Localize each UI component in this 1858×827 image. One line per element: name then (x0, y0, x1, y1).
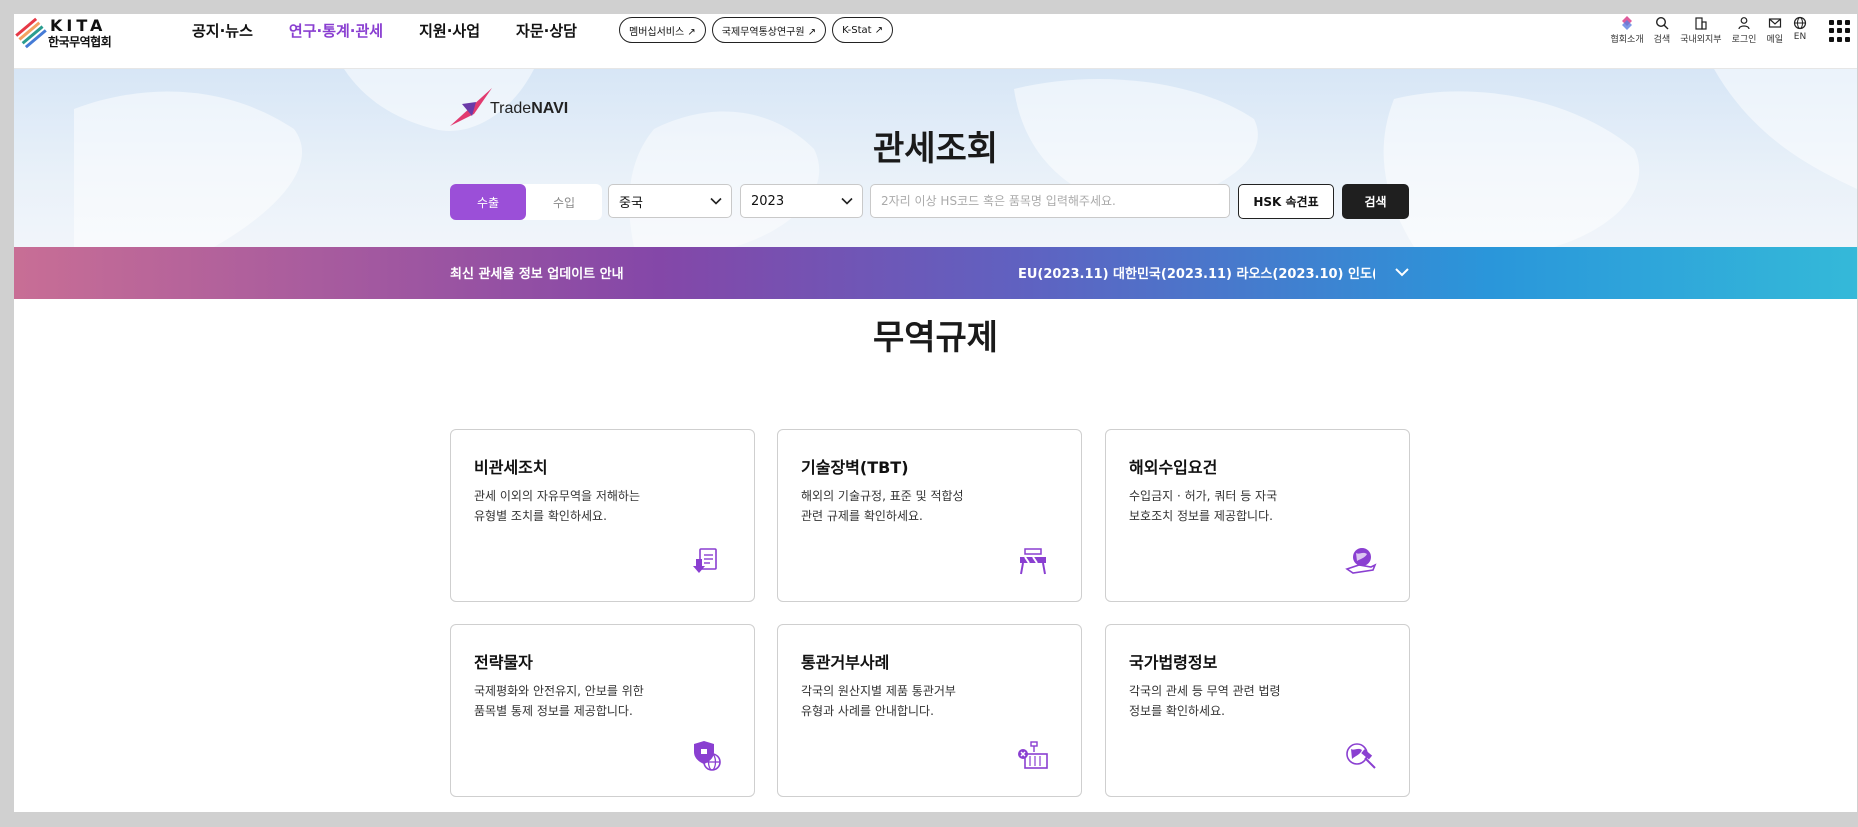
tradenavi-wordmark: TradeNAVI (490, 100, 568, 118)
card-title: 해외수입요건 (1129, 458, 1218, 477)
tradenavi-navi-text: NAVI (531, 100, 569, 117)
kita-logo-mark-icon (15, 17, 47, 49)
nav-item-research-stats-tariff[interactable]: 연구·통계·관세 (289, 20, 383, 41)
card-desc-line: 품목별 통제 정보를 제공합니다. (474, 704, 633, 718)
barrier-icon (1020, 548, 1046, 575)
card-non-tariff-measures[interactable]: 비관세조치 관세 이외의 자유무역을 저해하는 유형별 조치를 확인하세요. (450, 429, 755, 602)
tradenavi-trade-text: Trade (490, 100, 532, 117)
card-desc-line: 유형별 조치를 확인하세요. (474, 509, 607, 523)
card-desc-line: 각국의 관세 등 무역 관련 법령 (1129, 684, 1281, 698)
globe-icon (1793, 16, 1807, 30)
card-desc-line: 각국의 원산지별 제품 통관거부 (801, 684, 956, 698)
card-description: 해외의 기술규정, 표준 및 적합성 관련 규제를 확인하세요. (801, 486, 991, 526)
building-icon (1695, 17, 1707, 30)
year-select-value: 2023 (751, 193, 785, 209)
site-header: KITA 한국무역협회 공지·뉴스 연구·통계·관세 지원·사업 자문·상담 멤… (14, 14, 1857, 69)
user-icon (1738, 17, 1750, 30)
util-branches-label: 국내외지부 (1680, 35, 1722, 45)
card-description: 각국의 관세 등 무역 관련 법령 정보를 확인하세요. (1129, 681, 1319, 721)
card-desc-line: 유형과 사례를 안내합니다. (801, 704, 934, 718)
card-desc-line: 정보를 확인하세요. (1129, 704, 1225, 718)
card-overseas-import-requirements[interactable]: 해외수입요건 수입금지 · 허가, 쿼터 등 자국 보호조치 정보를 제공합니다… (1105, 429, 1410, 602)
globe-plane-icon (1345, 548, 1377, 574)
card-description: 관세 이외의 자유무역을 저해하는 유형별 조치를 확인하세요. (474, 486, 664, 526)
card-desc-line: 국제평화와 안전유지, 안보를 위한 (474, 684, 644, 698)
card-desc-line: 보호조치 정보를 제공합니다. (1129, 509, 1273, 523)
util-english[interactable]: EN (1793, 16, 1807, 45)
diamond-icon (1622, 16, 1633, 30)
kita-logo[interactable]: KITA 한국무역협회 (14, 16, 114, 52)
hs-code-search-input[interactable] (870, 184, 1230, 218)
container-reject-icon (1018, 741, 1048, 769)
year-select[interactable]: 2023 (740, 184, 863, 218)
card-description: 각국의 원산지별 제품 통관거부 유형과 사례를 안내합니다. (801, 681, 991, 721)
section-title: 무역규제 (872, 318, 999, 358)
chevron-down-icon[interactable] (1394, 264, 1410, 280)
card-description: 국제평화와 안전유지, 안보를 위한 품목별 통제 정보를 제공합니다. (474, 681, 664, 721)
card-desc-line: 수입금지 · 허가, 쿼터 등 자국 (1129, 489, 1278, 503)
card-title: 국가법령정보 (1129, 653, 1218, 672)
hsk-table-button[interactable]: HSK 속견표 (1238, 184, 1334, 219)
trade-institute-link[interactable]: 국제무역통상연구원 ↗ (711, 17, 827, 43)
tariff-search-hero: TradeNAVI 관세조회 수출 수입 중국 2023 HSK 속견표 (14, 69, 1857, 247)
util-login[interactable]: 로그인 (1731, 16, 1757, 45)
tariff-update-banner: 최신 관세율 정보 업데이트 안내 EU(2023.11) 대한민국(2023.… (14, 247, 1857, 299)
search-icon (1655, 16, 1669, 30)
chevron-down-icon (710, 197, 722, 205)
page-title: 관세조회 (872, 129, 999, 169)
country-select[interactable]: 중국 (608, 184, 732, 218)
card-strategic-goods[interactable]: 전략물자 국제평화와 안전유지, 안보를 위한 품목별 통제 정보를 제공합니다… (450, 624, 755, 797)
card-desc-line: 관련 규제를 확인하세요. (801, 509, 923, 523)
card-title: 기술장벽(TBT) (801, 458, 909, 477)
card-customs-rejection-cases[interactable]: 통관거부사례 각국의 원산지별 제품 통관거부 유형과 사례를 안내합니다. (777, 624, 1082, 797)
country-select-value: 중국 (619, 195, 643, 211)
banner-update-ticker[interactable]: EU(2023.11) 대한민국(2023.11) 라오스(2023.10) 인… (1018, 263, 1375, 282)
export-toggle-button[interactable]: 수출 (450, 184, 526, 220)
import-toggle-button[interactable]: 수입 (526, 184, 602, 220)
globe-gavel-icon (1346, 743, 1376, 769)
utility-menu: 협회소개 검색 국내외지부 로그인 메일 EN (1611, 16, 1808, 45)
card-desc-line: 해외의 기술규정, 표준 및 적합성 (801, 489, 964, 503)
util-login-label: 로그인 (1731, 35, 1757, 45)
card-title: 통관거부사례 (801, 653, 890, 672)
util-english-label: EN (1793, 32, 1807, 42)
util-search-label: 검색 (1653, 35, 1671, 45)
card-national-law-info[interactable]: 국가법령정보 각국의 관세 등 무역 관련 법령 정보를 확인하세요. (1105, 624, 1410, 797)
util-about[interactable]: 협회소개 (1611, 16, 1644, 45)
card-description: 수입금지 · 허가, 쿼터 등 자국 보호조치 정보를 제공합니다. (1129, 486, 1319, 526)
util-mail-label: 메일 (1766, 35, 1783, 45)
page: KITA 한국무역협회 공지·뉴스 연구·통계·관세 지원·사업 자문·상담 멤… (14, 14, 1857, 812)
tariff-search-form: 수출 수입 중국 2023 HSK 속견표 검색 (450, 184, 1412, 220)
chevron-down-icon (841, 197, 853, 205)
card-technical-barriers[interactable]: 기술장벽(TBT) 해외의 기술규정, 표준 및 적합성 관련 규제를 확인하세… (777, 429, 1082, 602)
nav-item-notice-news[interactable]: 공지·뉴스 (192, 20, 253, 41)
document-download-icon (693, 548, 717, 573)
nav-item-consulting[interactable]: 자문·상담 (516, 20, 577, 41)
nav-item-support-business[interactable]: 지원·사업 (419, 20, 480, 41)
main-nav: 공지·뉴스 연구·통계·관세 지원·사업 자문·상담 (192, 20, 613, 41)
util-mail[interactable]: 메일 (1766, 16, 1783, 45)
membership-service-link[interactable]: 멤버십서비스 ↗ (619, 17, 706, 43)
kstat-link[interactable]: K-Stat ↗ (832, 17, 894, 43)
util-search[interactable]: 검색 (1653, 16, 1671, 45)
card-title: 전략물자 (474, 653, 533, 672)
util-branches[interactable]: 국내외지부 (1680, 16, 1722, 45)
mail-icon (1768, 18, 1781, 28)
export-import-toggle: 수출 수입 (450, 184, 602, 220)
card-title: 비관세조치 (474, 458, 548, 477)
util-about-label: 협회소개 (1610, 35, 1644, 45)
card-desc-line: 관세 이외의 자유무역을 저해하는 (474, 489, 641, 503)
banner-title: 최신 관세율 정보 업데이트 안내 (450, 267, 624, 282)
shield-globe-icon (694, 741, 721, 771)
external-links: 멤버십서비스 ↗ 국제무역통상연구원 ↗ K-Stat ↗ (619, 17, 894, 43)
all-menu-grid-icon[interactable] (1829, 20, 1851, 42)
logo-text-ko: 한국무역협회 (48, 35, 112, 49)
search-button[interactable]: 검색 (1342, 184, 1409, 219)
